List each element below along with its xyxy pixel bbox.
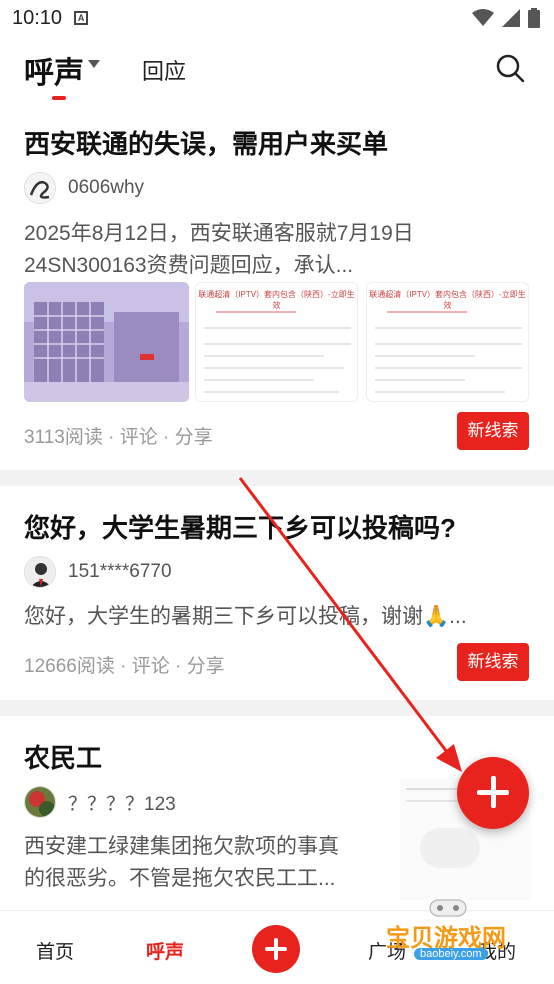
post-excerpt: 2025年8月12日，西安联通客服就7月19日 24SN300163资费问题回应… — [24, 218, 524, 282]
post-author[interactable]: ？？？？123 — [24, 786, 176, 818]
post-image-document[interactable]: 联通超清（IPTV）套内包含（陕西）-立即生效 — [366, 282, 529, 402]
excerpt-line: 24SN300163资费问题回应，承认... — [24, 254, 354, 277]
tab-voice[interactable]: 呼声 — [24, 48, 84, 92]
avatar[interactable] — [24, 556, 56, 588]
post-excerpt: 您好，大学生的暑期三下乡可以投稿，谢谢🙏... — [24, 605, 467, 628]
excerpt-line: 西安建工绿建集团拖欠款项的事真 — [24, 835, 339, 858]
notification-icon: A — [74, 11, 89, 25]
battery-icon — [528, 8, 540, 28]
post-title[interactable]: 农民工 — [24, 738, 102, 775]
avatar[interactable] — [24, 786, 56, 818]
gamepad-icon — [429, 899, 467, 917]
post-stats: 3113阅读 · 评论 · 分享 — [24, 427, 213, 448]
search-icon[interactable] — [494, 52, 526, 84]
document-title: 联通超清（IPTV）套内包含（陕西）-立即生效 — [369, 290, 526, 310]
post-image-building[interactable] — [24, 282, 189, 402]
watermark-url: baobeiy.com — [414, 948, 488, 960]
tab-dropdown-icon[interactable] — [88, 60, 100, 68]
wifi-icon — [472, 9, 494, 26]
top-bar: 呼声 回应 — [0, 36, 554, 106]
author-name: 0606why — [68, 177, 145, 198]
document-title: 联通超清（IPTV）套内包含（陕西）-立即生效 — [198, 290, 355, 310]
excerpt-line: 2025年8月12日，西安联通客服就7月19日 — [24, 222, 414, 245]
post-stats: 12666阅读 · 评论 · 分享 — [24, 656, 225, 677]
nav-voice[interactable]: 呼声 — [146, 937, 184, 964]
author-name: 151****6770 — [68, 561, 172, 582]
add-post-fab-button[interactable] — [457, 757, 529, 829]
signal-icon — [502, 9, 520, 27]
post-author[interactable]: 151****6770 — [24, 556, 172, 588]
status-bar: 10:10 A — [0, 0, 554, 36]
nav-home[interactable]: 首页 — [36, 937, 74, 964]
avatar[interactable] — [24, 172, 56, 204]
nav-publish-button[interactable] — [252, 925, 300, 973]
post-author[interactable]: 0606why — [24, 172, 144, 204]
author-name: ？？？？123 — [68, 793, 176, 815]
excerpt-line: 的很恶劣。不管是拖欠农民工工... — [24, 867, 336, 890]
status-icons — [472, 8, 540, 28]
new-clue-button[interactable]: 新线索 — [457, 643, 529, 681]
watermark: 宝贝游戏网 baobeiy.com — [378, 896, 534, 968]
post-card[interactable]: 您好，大学生暑期三下乡可以投稿吗? 151****6770 您好，大学生的暑期三… — [0, 486, 554, 700]
post-excerpt: 西安建工绿建集团拖欠款项的事真 的很恶劣。不管是拖欠农民工工... — [24, 831, 384, 895]
new-clue-button[interactable]: 新线索 — [457, 412, 529, 450]
tab-response[interactable]: 回应 — [142, 54, 186, 86]
status-time: 10:10 — [12, 6, 63, 29]
tab-active-indicator — [52, 96, 66, 100]
post-title[interactable]: 西安联通的失误，需用户来买单 — [24, 124, 388, 161]
post-title[interactable]: 您好，大学生暑期三下乡可以投稿吗? — [24, 508, 456, 545]
post-image-document[interactable]: 联通超清（IPTV）套内包含（陕西）-立即生效 — [195, 282, 358, 402]
